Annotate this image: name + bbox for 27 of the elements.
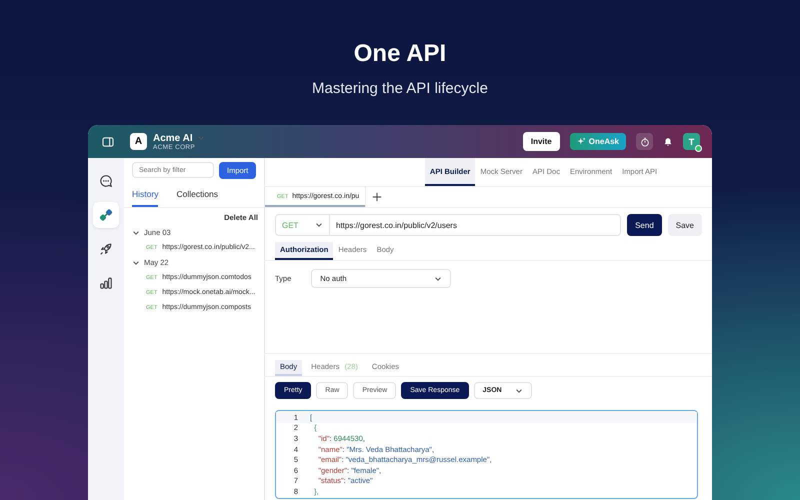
- notification-bell-icon[interactable]: [663, 136, 673, 146]
- chevron-down-icon: [434, 274, 442, 282]
- workspace-name[interactable]: Acme AI: [153, 132, 193, 144]
- rocket-icon: [99, 242, 113, 256]
- workspace-avatar: A: [130, 133, 147, 150]
- timer-button[interactable]: [636, 133, 653, 150]
- chevron-down-icon: [132, 258, 140, 266]
- chevron-down-icon: [315, 221, 323, 229]
- sidebar-toggle-icon[interactable]: [102, 136, 114, 146]
- save-button[interactable]: Save: [668, 214, 702, 236]
- send-button[interactable]: Send: [627, 214, 662, 236]
- sparkle-icon: [576, 137, 586, 146]
- connector-icon: [99, 208, 113, 222]
- sidebar-tab[interactable]: History: [132, 185, 158, 207]
- chat-bubble-icon: [99, 174, 113, 188]
- plus-icon: [372, 192, 382, 202]
- hero-subtitle: Mastering the API lifecycle: [312, 80, 488, 97]
- hero-title: One API: [354, 40, 446, 68]
- sidebar-tab[interactable]: Collections: [176, 185, 218, 207]
- chevron-down-icon: [132, 228, 140, 236]
- workspace-chevron-icon: [196, 134, 205, 142]
- url-field[interactable]: https://gorest.co.in/public/v2/users: [330, 214, 622, 236]
- bar-chart-icon: [99, 276, 113, 290]
- stopwatch-icon: [640, 136, 650, 146]
- chevron-down-icon: [514, 386, 523, 394]
- invite-button[interactable]: Invite: [522, 132, 560, 151]
- rail-nav-button[interactable]: [93, 202, 119, 228]
